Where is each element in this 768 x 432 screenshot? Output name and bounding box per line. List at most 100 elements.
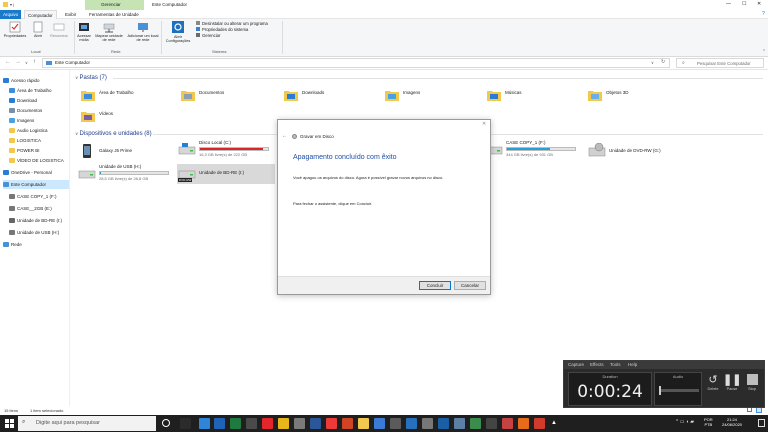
nav-item[interactable]: Unidade de BD-RE (I:): [9, 216, 75, 225]
audio-slider-thumb[interactable]: [659, 386, 661, 395]
edge-icon[interactable]: [199, 418, 210, 429]
refresh-icon[interactable]: ↻: [661, 59, 665, 65]
vivaldi-icon[interactable]: [326, 418, 337, 429]
nav-item[interactable]: CASE COPY_1 (F:): [9, 192, 75, 201]
word-icon[interactable]: [310, 418, 321, 429]
folders-section-header[interactable]: ∨ Pastas (7): [75, 75, 107, 81]
camera-icon[interactable]: [486, 418, 497, 429]
explorer-icon[interactable]: [358, 418, 369, 429]
clock[interactable]: 21:24 24/06/2020: [722, 417, 742, 427]
search-field[interactable]: ⌕ Pesquisar Este Computador: [676, 58, 764, 68]
notifications-icon[interactable]: [758, 419, 765, 427]
dialog-back-icon[interactable]: ←: [282, 133, 287, 139]
tab-exibir[interactable]: Exibir: [62, 10, 79, 19]
folder-item[interactable]: Imagens: [385, 87, 475, 105]
maximize-button[interactable]: ☐: [742, 1, 746, 7]
photos-icon[interactable]: [374, 418, 385, 429]
pause-button[interactable]: ❚❚ Pause: [723, 374, 741, 392]
drive-item[interactable]: DVD-RW Unidade de BD-RE (I:): [177, 164, 275, 184]
finish-button[interactable]: Concluir: [419, 281, 451, 290]
map-drive-button[interactable]: Mapear unidade de rede: [93, 21, 125, 42]
open-settings-button[interactable]: Abrir Configurações: [163, 21, 193, 43]
breadcrumb[interactable]: Este Computador: [55, 60, 90, 65]
calendar-icon[interactable]: [390, 418, 401, 429]
folder-item[interactable]: Área de Trabalho: [81, 87, 171, 105]
folder-item[interactable]: Downloads: [284, 87, 374, 105]
back-icon[interactable]: ←: [5, 59, 11, 65]
menu-capture[interactable]: Capture: [568, 362, 584, 367]
tab-arquivo[interactable]: Arquivo: [0, 10, 22, 19]
drive-item[interactable]: CASE COPY_1 (F:) 344 GB livre(s) de 931 G…: [484, 140, 584, 160]
folder-item[interactable]: Documentos: [181, 87, 271, 105]
powerpoint-icon[interactable]: [342, 418, 353, 429]
help-icon[interactable]: ?: [762, 11, 765, 17]
recent-chevron-icon[interactable]: ∨: [25, 60, 28, 65]
nav-item[interactable]: LOGISTICA: [9, 136, 75, 145]
language-indicator[interactable]: POR PTB: [704, 417, 713, 427]
windows-start-icon[interactable]: [5, 419, 14, 428]
open-button[interactable]: Abrir: [30, 21, 46, 38]
nav-item[interactable]: OneDrive - Personal: [3, 168, 69, 177]
nav-item[interactable]: POWER BI: [9, 146, 75, 155]
excel-icon[interactable]: [230, 418, 241, 429]
menu-effects[interactable]: Effects: [590, 362, 604, 367]
taskbar-search[interactable]: ⌕ Digite aqui para pesquisar: [18, 416, 156, 431]
maps-icon[interactable]: [470, 418, 481, 429]
up-icon[interactable]: ↑: [33, 59, 36, 65]
mail-icon[interactable]: [406, 418, 417, 429]
mail-app-icon[interactable]: [438, 418, 449, 429]
settings-icon[interactable]: [294, 418, 305, 429]
nav-item[interactable]: Acesso rápido: [3, 76, 69, 85]
add-network-location-button[interactable]: Adicionar um local de rede: [127, 21, 159, 42]
menu-tools[interactable]: Tools: [610, 362, 621, 367]
nav-item[interactable]: Imagens: [9, 116, 75, 125]
audio-level-slider[interactable]: [659, 389, 699, 392]
address-dropdown-icon[interactable]: ∨: [651, 60, 654, 65]
quick-access-toolbar[interactable]: ▾ |: [10, 2, 14, 7]
cancel-button[interactable]: Cancelar: [454, 281, 486, 290]
cortana-icon[interactable]: [162, 419, 170, 427]
folder-item[interactable]: Objetos 3D: [588, 87, 678, 105]
nav-item[interactable]: Audio Logistica: [9, 126, 75, 135]
drive-item[interactable]: Disco Local (C:) 16,3 GB livre(s) de 222 …: [177, 140, 277, 160]
tab-computador[interactable]: Computador: [24, 10, 57, 19]
nav-item[interactable]: Download: [9, 96, 75, 105]
system-tray-icons[interactable]: ^ ▭ ◖ ▰: [676, 419, 694, 425]
tab-ferramentas-unidade[interactable]: Ferramentas de Unidade: [86, 10, 142, 19]
access-media-button[interactable]: Acessar mídia: [76, 21, 92, 42]
properties-button[interactable]: Propriedades: [2, 21, 28, 38]
nav-item[interactable]: VÍDEO DE LOGISTICA: [9, 156, 75, 165]
manage-link[interactable]: Gerenciar: [196, 33, 268, 39]
firefox-icon[interactable]: [518, 418, 529, 429]
calculator-icon[interactable]: [246, 418, 257, 429]
nav-item[interactable]: Área de Trabalho: [9, 86, 75, 95]
delete-button[interactable]: ↺ Delete: [704, 374, 722, 392]
recorder-icon[interactable]: [534, 418, 545, 429]
nav-item[interactable]: Rede: [3, 240, 69, 249]
nav-item[interactable]: Este Computador: [3, 180, 69, 189]
nav-item[interactable]: CASE__2GB (E:): [9, 204, 75, 213]
devices-section-header[interactable]: ∨ Dispositivos e unidades (8): [75, 131, 152, 137]
collapse-ribbon-icon[interactable]: ⌃: [762, 49, 766, 55]
rdp-icon[interactable]: [454, 418, 465, 429]
opera-icon[interactable]: [262, 418, 273, 429]
task-view-icon[interactable]: [180, 418, 191, 429]
nav-item[interactable]: Unidade de USB (H:): [9, 228, 75, 237]
forward-icon[interactable]: →: [15, 59, 21, 65]
chrome-icon[interactable]: [278, 418, 289, 429]
stop-button[interactable]: Stop: [743, 374, 761, 392]
notes-icon[interactable]: [422, 418, 433, 429]
minimize-button[interactable]: —: [726, 1, 731, 7]
folder-item[interactable]: Vídeos: [81, 108, 171, 126]
dialog-close-button[interactable]: ✕: [482, 121, 486, 127]
drive-item[interactable]: Unidade de DVD-RW (G:): [587, 142, 687, 162]
close-button[interactable]: ✕: [757, 1, 761, 7]
address-field[interactable]: Este Computador ∨ ↻: [42, 58, 670, 68]
folder-item[interactable]: Músicas: [487, 87, 577, 105]
rename-button[interactable]: Renomear: [47, 21, 71, 38]
ftp-icon[interactable]: [502, 418, 513, 429]
store-icon[interactable]: [214, 418, 225, 429]
drive-item[interactable]: Unidade de USB (H:) 28,5 GB livre(s) de 2…: [77, 164, 177, 184]
menu-help[interactable]: Help: [628, 362, 637, 367]
nav-item[interactable]: Documentos: [9, 106, 75, 115]
